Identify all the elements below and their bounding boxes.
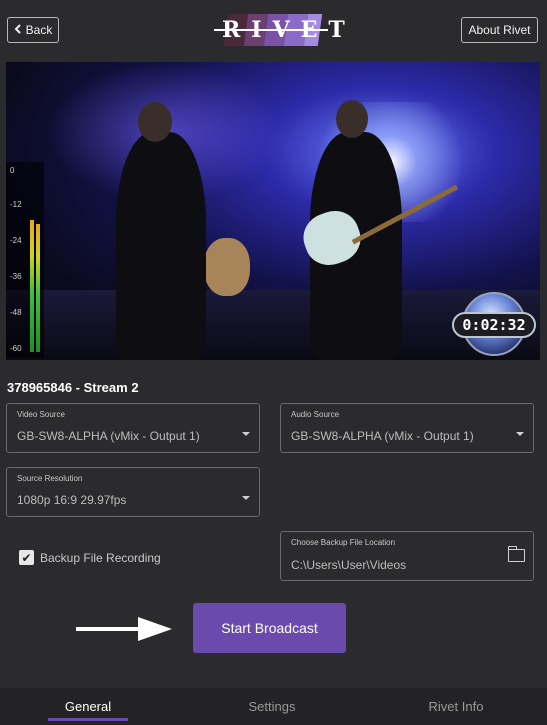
vu-tick: -12: [10, 200, 22, 209]
source-resolution-label: Source Resolution: [17, 474, 83, 483]
caret-down-icon: [516, 432, 524, 436]
audio-source-label: Audio Source: [291, 410, 340, 419]
active-tab-indicator: [48, 718, 128, 721]
video-preview: 0 -12 -24 -36 -48 -60 0:02:32: [6, 62, 540, 360]
video-source-select[interactable]: Video Source GB-SW8-ALPHA (vMix - Output…: [6, 403, 260, 453]
start-broadcast-button[interactable]: Start Broadcast: [193, 603, 346, 653]
backup-recording-toggle[interactable]: ✔ Backup File Recording: [19, 550, 161, 565]
vu-tick: -60: [10, 344, 22, 353]
audio-source-select[interactable]: Audio Source GB-SW8-ALPHA (vMix - Output…: [280, 403, 534, 453]
vu-tick: -48: [10, 308, 22, 317]
source-resolution-value: 1080p 16:9 29.97fps: [17, 493, 127, 507]
rivet-logo: RIVET: [212, 10, 356, 50]
timer-text: 0:02:32: [452, 312, 536, 338]
tab-rivet-info[interactable]: Rivet Info: [416, 688, 496, 725]
vu-bar-right: [36, 224, 40, 352]
about-rivet-button[interactable]: About Rivet: [461, 17, 538, 43]
vu-tick: -36: [10, 272, 22, 281]
folder-icon[interactable]: [507, 546, 525, 562]
backup-recording-checkbox[interactable]: ✔: [19, 550, 34, 565]
source-resolution-select[interactable]: Source Resolution 1080p 16:9 29.97fps: [6, 467, 260, 517]
back-label: Back: [25, 23, 53, 37]
bottom-tab-bar: General Settings Rivet Info: [0, 688, 547, 725]
logo-text: RIVET: [222, 17, 356, 43]
backup-recording-label: Backup File Recording: [40, 550, 161, 565]
vu-tick: -24: [10, 236, 22, 245]
chevron-left-icon: [14, 23, 22, 37]
backup-location-field[interactable]: Choose Backup File Location C:\Users\Use…: [280, 531, 534, 581]
vu-tick: 0: [10, 166, 15, 175]
arrow-right-icon: [76, 617, 172, 641]
caret-down-icon: [242, 496, 250, 500]
audio-level-meter: 0 -12 -24 -36 -48 -60: [6, 162, 44, 358]
caret-down-icon: [242, 432, 250, 436]
timer-badge: 0:02:32: [452, 292, 536, 356]
video-source-value: GB-SW8-ALPHA (vMix - Output 1): [17, 429, 200, 443]
backup-location-value: C:\Users\User\Videos: [291, 558, 407, 572]
vu-bar-left: [30, 220, 34, 352]
stream-title: 378965846 - Stream 2: [7, 380, 139, 395]
video-source-label: Video Source: [17, 410, 65, 419]
backup-location-label: Choose Backup File Location: [291, 538, 396, 547]
audio-source-value: GB-SW8-ALPHA (vMix - Output 1): [291, 429, 474, 443]
back-button[interactable]: Back: [7, 17, 59, 43]
header: Back RIVET About Rivet: [0, 0, 547, 60]
tab-settings[interactable]: Settings: [232, 688, 312, 725]
